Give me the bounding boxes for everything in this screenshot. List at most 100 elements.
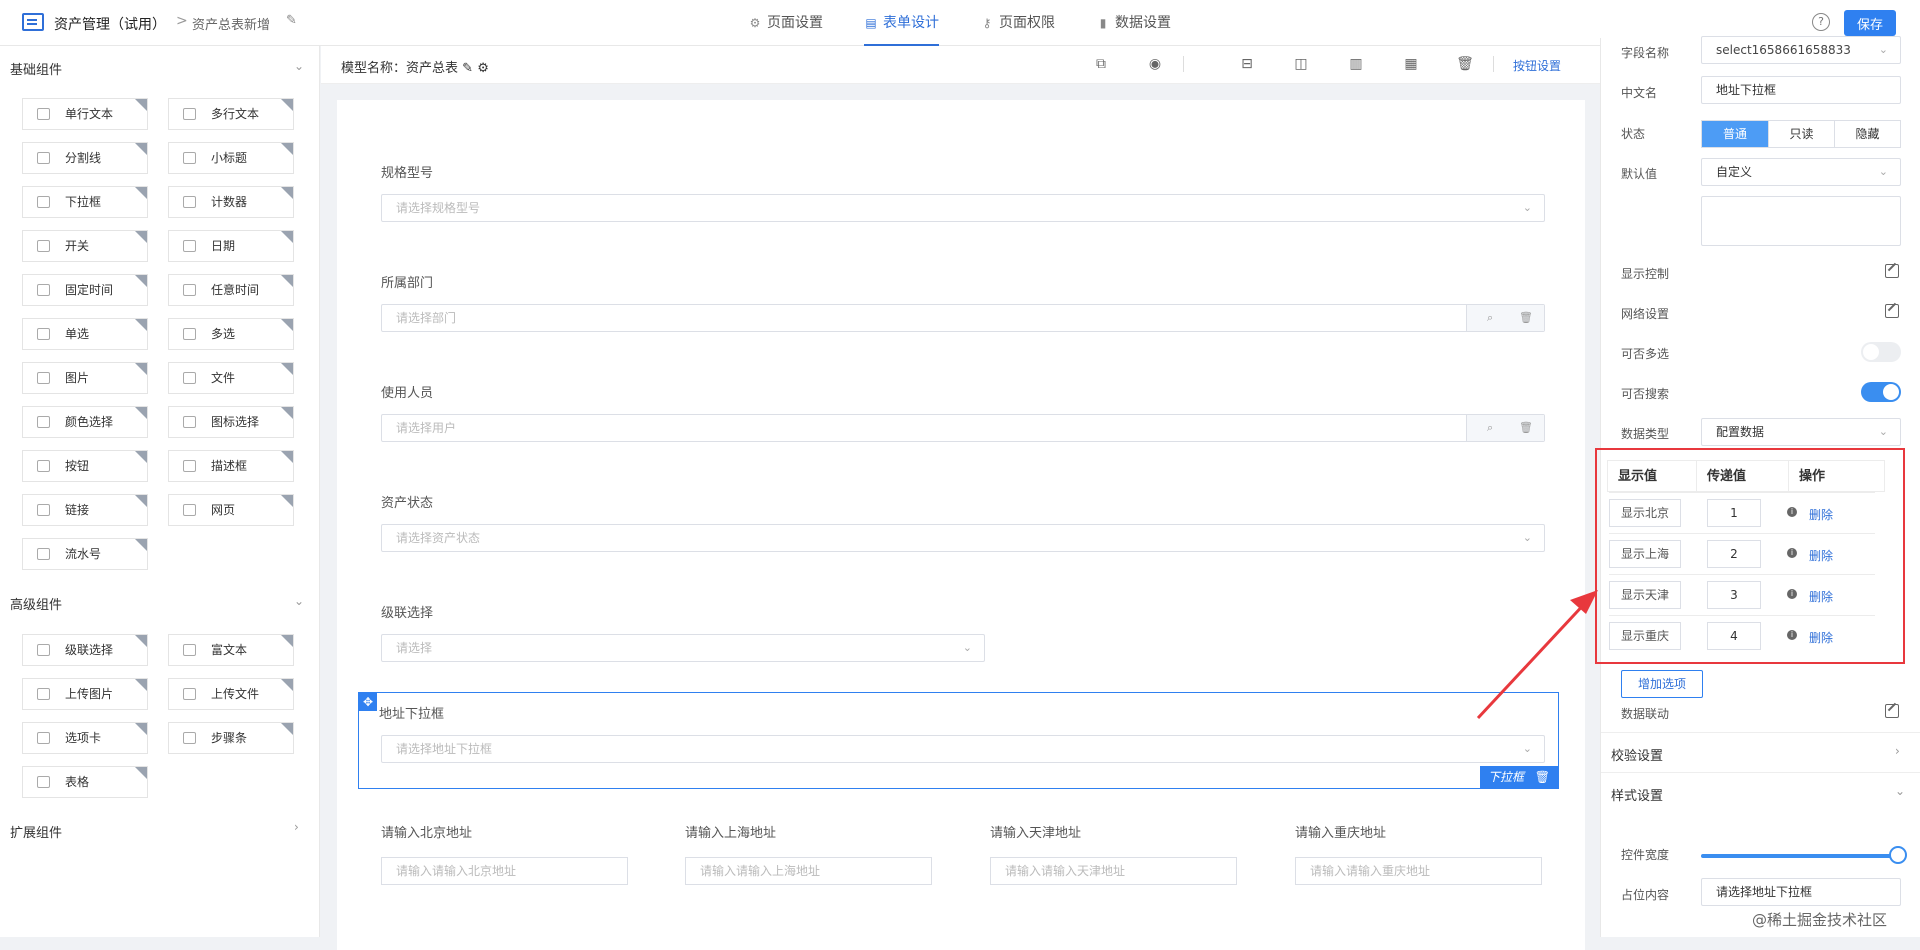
trash-icon[interactable]: 🗑 [1535,766,1550,788]
cn-name-input[interactable]: 地址下拉框 [1701,76,1901,104]
layout-three-column-icon[interactable]: ▥ [1346,55,1366,73]
component-item[interactable]: 下拉框 [22,186,148,218]
search-icon[interactable]: ⌕ [1487,415,1493,441]
field-name-select[interactable]: select1658661658833 ⌄ [1701,36,1901,64]
tab-data-settings[interactable]: ▮ 数据设置 [1096,0,1171,46]
delete-option-link[interactable]: 删除 [1809,588,1833,605]
edit-title-icon[interactable]: ✎ [286,13,297,28]
chevron-down-icon[interactable]: ⌄ [294,594,304,608]
layout-one-column-icon[interactable]: ⊟ [1237,55,1257,73]
status-readonly-option[interactable]: 只读 [1768,121,1834,147]
component-item[interactable]: 上传图片 [22,678,148,710]
group-basic-title[interactable]: 基础组件 [10,59,62,78]
chongqing-address-input[interactable]: 请输入请输入重庆地址 [1295,857,1542,885]
slider-handle[interactable] [1889,846,1907,864]
tab-page-settings[interactable]: ⚙ 页面设置 [748,0,823,46]
component-item[interactable]: 分割线 [22,142,148,174]
placeholder-input[interactable]: 请选择地址下拉框 [1701,878,1901,906]
edit-icon[interactable] [1885,264,1899,278]
tab-page-permission[interactable]: ⚷ 页面权限 [980,0,1055,46]
delete-option-link[interactable]: 删除 [1809,547,1833,564]
component-item[interactable]: 单行文本 [22,98,148,130]
width-slider[interactable] [1701,846,1907,864]
component-item[interactable]: 流水号 [22,538,148,570]
add-option-button[interactable]: 增加选项 [1621,670,1703,698]
selected-field-address-dropdown[interactable]: ✥ 地址下拉框 请选择地址下拉框 ⌄ 下拉框 🗑 [358,692,1559,789]
asset-status-select[interactable]: 请选择资产状态 ⌄ [381,524,1545,552]
option-display-input[interactable]: 显示重庆 [1609,622,1681,650]
component-item[interactable]: 开关 [22,230,148,262]
component-item[interactable]: 任意时间 [168,274,294,306]
layout-four-column-icon[interactable]: ▦ [1401,55,1421,73]
info-icon[interactable]: i [1787,589,1797,599]
layout-two-column-icon[interactable]: ◫ [1291,55,1311,73]
edit-icon[interactable] [1885,704,1899,718]
app-title[interactable]: 资产管理（试用） [54,14,166,34]
tab-form-design[interactable]: ▤ 表单设计 [864,0,939,46]
copy-icon[interactable]: ⧉ [1091,55,1111,73]
component-item[interactable]: 多行文本 [168,98,294,130]
component-item[interactable]: 文件 [168,362,294,394]
component-item[interactable]: 描述框 [168,450,294,482]
multi-select-switch[interactable] [1861,342,1901,362]
trash-icon[interactable]: 🗑 [1519,415,1533,441]
component-item[interactable]: 表格 [22,766,148,798]
trash-icon[interactable]: 🗑 [1455,55,1475,73]
searchable-switch[interactable] [1861,382,1901,402]
option-display-input[interactable]: 显示上海 [1609,540,1681,568]
search-icon[interactable]: ⌕ [1487,305,1493,331]
gear-icon[interactable]: ⚙ [477,61,489,76]
component-item[interactable]: 上传文件 [168,678,294,710]
tianjin-address-input[interactable]: 请输入请输入天津地址 [990,857,1237,885]
option-value-input[interactable]: 3 [1707,581,1761,609]
component-item[interactable]: 按钮 [22,450,148,482]
chevron-right-icon[interactable]: › [294,820,299,834]
component-item[interactable]: 颜色选择 [22,406,148,438]
validation-section[interactable]: 校验设置 › [1601,732,1920,772]
component-item[interactable]: 富文本 [168,634,294,666]
option-display-input[interactable]: 显示天津 [1609,581,1681,609]
department-input[interactable]: 请选择部门 ⌕ 🗑 [381,304,1545,332]
shanghai-address-input[interactable]: 请输入请输入上海地址 [685,857,932,885]
component-item[interactable]: 小标题 [168,142,294,174]
address-dropdown-select[interactable]: 请选择地址下拉框 ⌄ [381,735,1545,763]
edit-icon[interactable] [1885,304,1899,318]
spec-select[interactable]: 请选择规格型号 ⌄ [381,194,1545,222]
preview-eye-icon[interactable]: ◉ [1145,55,1165,73]
chevron-down-icon[interactable]: ⌄ [294,59,304,73]
option-value-input[interactable]: 2 [1707,540,1761,568]
info-icon[interactable]: i [1787,548,1797,558]
info-icon[interactable]: i [1787,630,1797,640]
component-item[interactable]: 选项卡 [22,722,148,754]
help-icon[interactable]: ? [1812,13,1830,31]
group-advanced-title[interactable]: 高级组件 [10,594,62,613]
default-value-select[interactable]: 自定义 ⌄ [1701,158,1901,186]
component-item[interactable]: 步骤条 [168,722,294,754]
button-settings-link[interactable]: 按钮设置 [1513,57,1561,74]
trash-icon[interactable]: 🗑 [1519,305,1533,331]
component-item[interactable]: 图标选择 [168,406,294,438]
component-item[interactable]: 链接 [22,494,148,526]
delete-option-link[interactable]: 删除 [1809,506,1833,523]
option-value-input[interactable]: 4 [1707,622,1761,650]
status-hidden-option[interactable]: 隐藏 [1834,121,1900,147]
save-button[interactable]: 保存 [1844,10,1896,36]
component-item[interactable]: 计数器 [168,186,294,218]
delete-option-link[interactable]: 删除 [1809,629,1833,646]
component-item[interactable]: 单选 [22,318,148,350]
beijing-address-input[interactable]: 请输入请输入北京地址 [381,857,628,885]
component-item[interactable]: 网页 [168,494,294,526]
component-item[interactable]: 日期 [168,230,294,262]
move-icon[interactable]: ✥ [359,693,377,711]
component-item[interactable]: 多选 [168,318,294,350]
user-input[interactable]: 请选择用户 ⌕ 🗑 [381,414,1545,442]
info-icon[interactable]: i [1787,507,1797,517]
component-item[interactable]: 固定时间 [22,274,148,306]
status-normal-option[interactable]: 普通 [1702,121,1768,147]
edit-icon[interactable]: ✎ [462,61,473,76]
component-item[interactable]: 级联选择 [22,634,148,666]
cascade-select[interactable]: 请选择 ⌄ [381,634,985,662]
option-value-input[interactable]: 1 [1707,499,1761,527]
style-section[interactable]: 样式设置 ⌄ [1601,772,1920,812]
default-value-textarea[interactable] [1701,196,1901,246]
